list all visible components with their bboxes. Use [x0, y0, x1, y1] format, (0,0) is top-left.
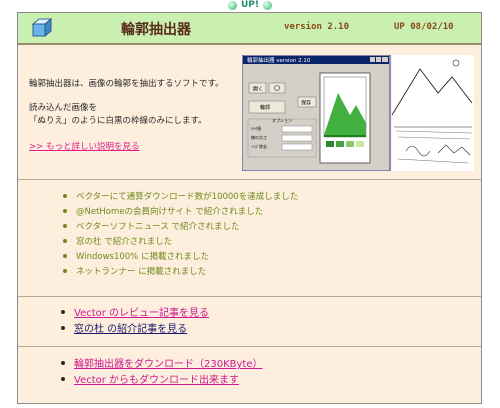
- intro-line-1: 輪郭抽出器は、画像の輪郭を抽出するソフトです。: [29, 79, 224, 89]
- news-item: ベクターソフトニュース で紹介されました: [63, 220, 298, 235]
- news-item: 窓の杜 で紹介されました: [63, 235, 298, 250]
- download-link[interactable]: 輪郭抽出器をダウンロード（230KByte）: [74, 359, 263, 370]
- svg-text:ｼｷｲ値: ｼｷｲ値: [251, 125, 261, 131]
- badge-orb-right-icon: [263, 1, 272, 10]
- news-item: Windows100% に掲載されました: [63, 250, 298, 265]
- download-item: Vector からもダウンロード出来ます: [61, 371, 263, 387]
- page-title: 輪郭抽出器: [121, 22, 191, 38]
- news-list: ベクターにて通算ダウンロード数が10000を達成しました @NetHomeの会員…: [63, 190, 298, 280]
- divider-1: [18, 179, 481, 180]
- badge-label: UP!: [240, 0, 259, 10]
- app-screenshot: 輪郭抽出器 version 2.10 開く 輪郭 オプション ｼｷｲ値 線の太さ…: [242, 55, 474, 171]
- news-item: @NetHomeの会員向けサイト で紹介されました: [63, 205, 298, 220]
- intro-line-3: 「ぬりえ」のように白黒の枠線のみにします。: [29, 116, 207, 126]
- madonomori-review-link[interactable]: 窓の杜 の紹介記事を見る: [74, 324, 187, 335]
- divider-2: [18, 296, 481, 297]
- svg-text:オプション: オプション: [272, 117, 292, 123]
- review-item: 窓の杜 の紹介記事を見る: [61, 320, 209, 336]
- svg-text:輪郭: 輪郭: [260, 104, 270, 111]
- news-item: ベクターにて通算ダウンロード数が10000を達成しました: [63, 190, 298, 205]
- more-info-link[interactable]: >> もっと詳しい説明を見る: [29, 140, 139, 152]
- screenshot-window-title: 輪郭抽出器 version 2.10: [247, 56, 311, 64]
- badge-orb-left-icon: [228, 1, 237, 10]
- svg-text:ﾉｲｽﾞ除去: ﾉｲｽﾞ除去: [251, 143, 267, 149]
- intro-line-2: 読み込んだ画像を: [29, 103, 98, 113]
- review-item: Vector のレビュー記事を見る: [61, 304, 209, 320]
- content-frame: 輪郭抽出器 version 2.10 UP 08/02/10 輪郭抽出器は、画像…: [17, 12, 482, 404]
- svg-text:線の太さ: 線の太さ: [251, 134, 267, 140]
- divider-3: [18, 346, 481, 347]
- vector-download-link[interactable]: Vector からもダウンロード出来ます: [74, 375, 239, 386]
- svg-text:開く: 開く: [253, 87, 263, 93]
- up-badge: UP!: [228, 0, 272, 12]
- svg-text:保存: 保存: [301, 100, 311, 107]
- download-item: 輪郭抽出器をダウンロード（230KByte）: [61, 355, 263, 371]
- download-links: 輪郭抽出器をダウンロード（230KByte） Vector からもダウンロード出…: [61, 355, 263, 387]
- review-links: Vector のレビュー記事を見る 窓の杜 の紹介記事を見る: [61, 304, 209, 336]
- cube-logo-icon: [32, 18, 52, 37]
- header-bar: 輪郭抽出器 version 2.10 UP 08/02/10: [18, 13, 481, 45]
- vector-review-link[interactable]: Vector のレビュー記事を見る: [74, 308, 209, 319]
- version-label: version 2.10: [284, 22, 350, 32]
- news-item: ネットランナー に掲載されました: [63, 265, 298, 280]
- update-date: UP 08/02/10: [394, 22, 454, 32]
